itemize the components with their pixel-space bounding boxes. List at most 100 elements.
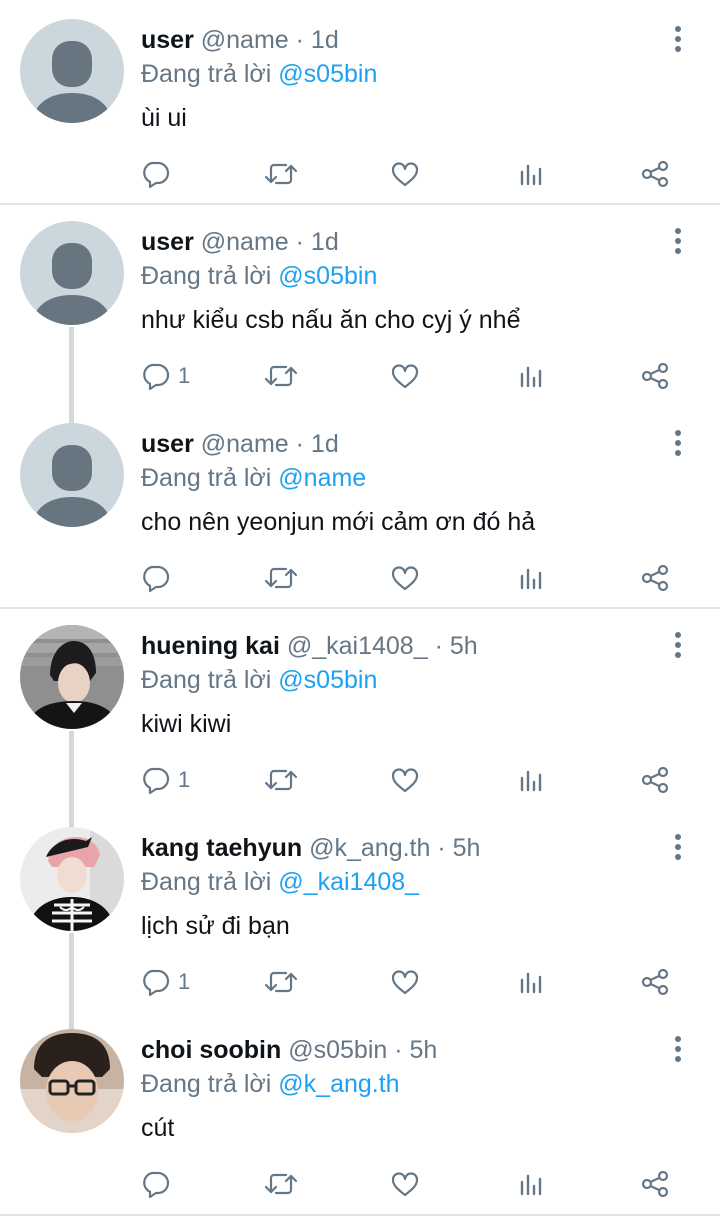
separator: · xyxy=(394,1036,403,1064)
display-name[interactable]: user xyxy=(141,430,194,458)
tweet[interactable]: kang taehyun @k_ang.th · 5h Đang trả lời… xyxy=(0,808,720,1010)
replying-to: Đang trả lời @s05bin xyxy=(141,260,377,292)
replying-to: Đang trả lời @s05bin xyxy=(141,664,377,696)
share-button[interactable] xyxy=(638,548,672,608)
display-name[interactable]: huening kai xyxy=(141,632,280,660)
user-handle[interactable]: @name xyxy=(201,430,289,458)
like-button[interactable] xyxy=(388,144,422,204)
analytics-icon xyxy=(514,158,548,190)
user-handle[interactable]: @s05bin xyxy=(288,1036,387,1064)
display-name[interactable]: choi soobin xyxy=(141,1036,281,1064)
retweet-button[interactable] xyxy=(262,144,300,204)
tweet-text: cút xyxy=(141,1114,175,1142)
retweet-button[interactable] xyxy=(262,750,300,810)
like-button[interactable] xyxy=(388,548,422,608)
retweet-button[interactable] xyxy=(262,346,300,406)
replying-to-label: Đang trả lời xyxy=(141,262,272,290)
tweet[interactable]: user @name · 1d Đang trả lời @s05bin như… xyxy=(0,202,720,404)
action-bar xyxy=(0,548,720,608)
display-name[interactable]: kang taehyun xyxy=(141,834,302,862)
mention-link[interactable]: @s05bin xyxy=(278,666,377,694)
analytics-button[interactable] xyxy=(514,750,548,810)
replying-to: Đang trả lời @s05bin xyxy=(141,58,377,90)
user-handle[interactable]: @name xyxy=(201,26,289,54)
avatar[interactable] xyxy=(20,827,124,931)
analytics-button[interactable] xyxy=(514,144,548,204)
timestamp[interactable]: 5h xyxy=(450,632,478,660)
analytics-icon xyxy=(514,966,548,998)
more-options-button[interactable] xyxy=(666,24,690,54)
more-vertical-icon xyxy=(666,630,690,660)
analytics-button[interactable] xyxy=(514,346,548,406)
tweet-header: user @name · 1d xyxy=(141,428,339,460)
tweet[interactable]: user @name · 1d Đang trả lời @name cho n… xyxy=(0,404,720,606)
analytics-button[interactable] xyxy=(514,1154,548,1214)
heart-icon xyxy=(388,966,422,998)
retweet-button[interactable] xyxy=(262,952,300,1012)
share-button[interactable] xyxy=(638,952,672,1012)
reply-bubble-icon xyxy=(138,360,172,392)
mention-link[interactable]: @name xyxy=(278,464,366,492)
avatar[interactable] xyxy=(20,423,124,527)
more-options-button[interactable] xyxy=(666,1034,690,1064)
share-button[interactable] xyxy=(638,144,672,204)
timestamp[interactable]: 1d xyxy=(311,26,339,54)
avatar[interactable] xyxy=(20,221,124,325)
reply-count: 1 xyxy=(178,363,191,388)
action-bar: 1 xyxy=(0,346,720,406)
reply-bubble-icon xyxy=(138,158,172,190)
reply-button[interactable]: 1 xyxy=(138,346,190,406)
reply-button[interactable] xyxy=(138,1154,178,1214)
like-button[interactable] xyxy=(388,346,422,406)
analytics-icon xyxy=(514,360,548,392)
mention-link[interactable]: @s05bin xyxy=(278,60,377,88)
mention-link[interactable]: @k_ang.th xyxy=(278,1070,399,1098)
user-handle[interactable]: @_kai1408_ xyxy=(287,632,428,660)
like-button[interactable] xyxy=(388,1154,422,1214)
avatar[interactable] xyxy=(20,19,124,123)
tweet-text: như kiểu csb nấu ăn cho cyj ý nhể xyxy=(141,306,521,334)
analytics-button[interactable] xyxy=(514,548,548,608)
timestamp[interactable]: 1d xyxy=(311,228,339,256)
avatar[interactable] xyxy=(20,1029,124,1133)
user-handle[interactable]: @name xyxy=(201,228,289,256)
display-name[interactable]: user xyxy=(141,228,194,256)
more-vertical-icon xyxy=(666,428,690,458)
analytics-button[interactable] xyxy=(514,952,548,1012)
share-button[interactable] xyxy=(638,750,672,810)
retweet-icon xyxy=(262,764,300,796)
reply-bubble-icon xyxy=(138,562,172,594)
tweet[interactable]: huening kai @_kai1408_ · 5h Đang trả lời… xyxy=(0,606,720,808)
timestamp[interactable]: 1d xyxy=(311,430,339,458)
retweet-button[interactable] xyxy=(262,1154,300,1214)
more-options-button[interactable] xyxy=(666,832,690,862)
reply-button[interactable] xyxy=(138,144,178,204)
share-icon xyxy=(638,1168,672,1200)
heart-icon xyxy=(388,1168,422,1200)
retweet-button[interactable] xyxy=(262,548,300,608)
reply-button[interactable]: 1 xyxy=(138,952,190,1012)
display-name[interactable]: user xyxy=(141,26,194,54)
reply-bubble-icon xyxy=(138,1168,172,1200)
user-handle[interactable]: @k_ang.th xyxy=(309,834,430,862)
more-options-button[interactable] xyxy=(666,428,690,458)
share-icon xyxy=(638,966,672,998)
timestamp[interactable]: 5h xyxy=(453,834,481,862)
share-button[interactable] xyxy=(638,1154,672,1214)
more-options-button[interactable] xyxy=(666,630,690,660)
avatar[interactable] xyxy=(20,625,124,729)
timestamp[interactable]: 5h xyxy=(410,1036,438,1064)
share-button[interactable] xyxy=(638,346,672,406)
reply-button[interactable] xyxy=(138,548,178,608)
more-options-button[interactable] xyxy=(666,226,690,256)
action-bar: 1 xyxy=(0,952,720,1012)
like-button[interactable] xyxy=(388,750,422,810)
tweet[interactable]: user @name · 1d Đang trả lời @s05bin ùi … xyxy=(0,0,720,202)
mention-link[interactable]: @_kai1408_ xyxy=(278,868,419,896)
reply-button[interactable]: 1 xyxy=(138,750,190,810)
more-vertical-icon xyxy=(666,24,690,54)
tweet[interactable]: choi soobin @s05bin · 5h Đang trả lời @k… xyxy=(0,1010,720,1212)
tweet-header: kang taehyun @k_ang.th · 5h xyxy=(141,832,480,864)
mention-link[interactable]: @s05bin xyxy=(278,262,377,290)
like-button[interactable] xyxy=(388,952,422,1012)
